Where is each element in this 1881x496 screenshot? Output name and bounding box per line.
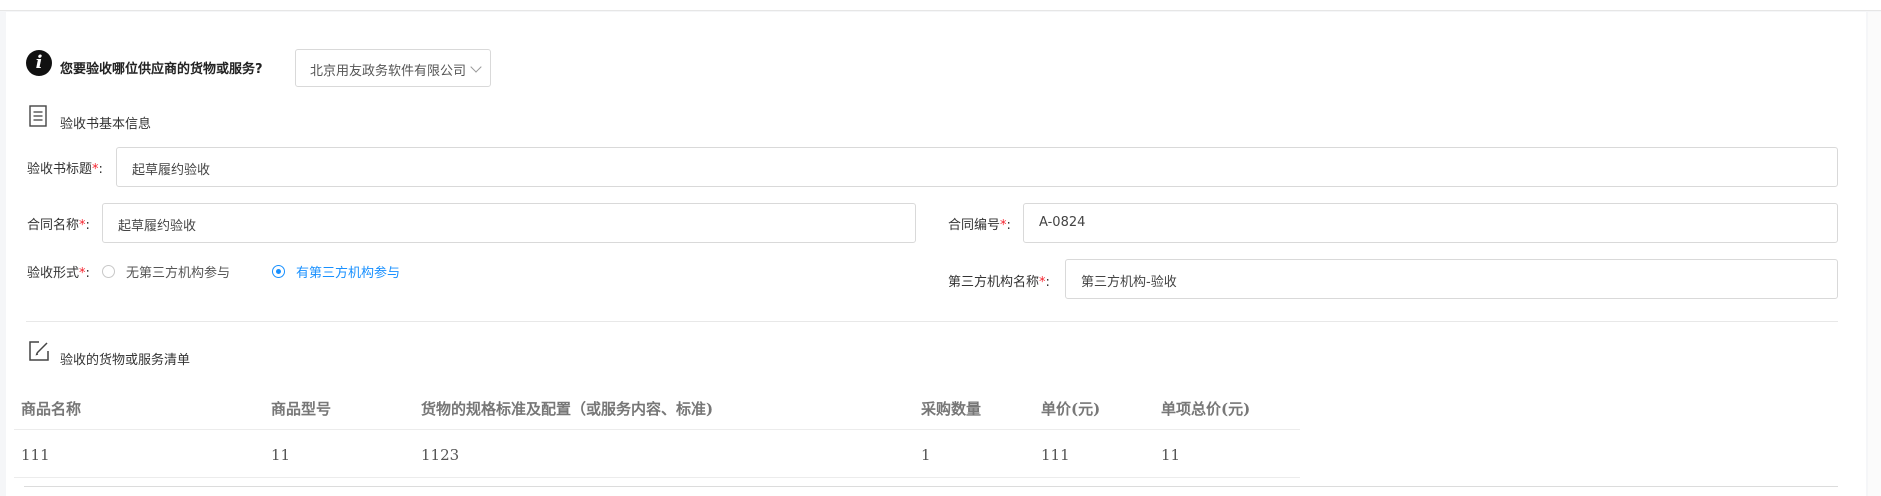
column-header-quantity: 采购数量 xyxy=(921,400,982,418)
cell-total-price: 11 xyxy=(1161,446,1181,464)
header-row-divider xyxy=(14,429,1300,430)
contract-no-label: 合同编号*: xyxy=(948,214,1011,233)
radio-with-third-party-label[interactable]: 有第三方机构参与 xyxy=(296,262,400,281)
label-colon: : xyxy=(85,218,90,233)
section-divider xyxy=(26,321,1838,322)
label-colon: : xyxy=(98,162,103,177)
acceptance-form-label: 验收形式*: xyxy=(27,262,90,281)
table-row-divider xyxy=(14,477,1300,478)
label-colon: : xyxy=(1045,275,1050,290)
third-party-name-input[interactable]: 第三方机构-验收 xyxy=(1065,259,1838,299)
contract-no-value: A-0824 xyxy=(1039,215,1086,230)
scroll-gutter xyxy=(1868,12,1881,496)
cell-product-name: 111 xyxy=(21,446,50,464)
contract-no-input[interactable]: A-0824 xyxy=(1023,203,1838,243)
acceptance-title-input[interactable]: 起草履约验收 xyxy=(116,147,1838,187)
chevron-down-icon xyxy=(470,61,482,73)
supplier-select[interactable]: 北京用友政务软件有限公司 xyxy=(295,49,491,87)
radio-with-third-party[interactable] xyxy=(272,265,285,278)
cell-quantity: 1 xyxy=(921,446,931,464)
contract-no-label-text: 合同编号 xyxy=(948,218,1001,233)
label-colon: : xyxy=(1006,218,1011,233)
radio-no-third-party-label[interactable]: 无第三方机构参与 xyxy=(126,262,230,281)
column-header-product-name: 商品名称 xyxy=(21,400,82,418)
supplier-question: 您要验收哪位供应商的货物或服务? xyxy=(60,62,263,77)
third-party-name-value: 第三方机构-验收 xyxy=(1081,275,1177,290)
radio-no-third-party[interactable] xyxy=(102,265,115,278)
cell-model: 11 xyxy=(271,446,291,464)
acceptance-title-value: 起草履约验收 xyxy=(132,163,211,178)
info-icon: i xyxy=(26,50,52,76)
column-header-model: 商品型号 xyxy=(271,400,332,418)
acceptance-form-label-text: 验收形式 xyxy=(27,266,80,281)
contract-name-label: 合同名称*: xyxy=(27,214,90,233)
contract-name-value: 起草履约验收 xyxy=(118,219,197,234)
basic-info-title: 验收书基本信息 xyxy=(60,117,152,132)
edit-icon xyxy=(29,341,49,361)
document-list-icon xyxy=(29,105,47,127)
goods-list-title: 验收的货物或服务清单 xyxy=(60,353,191,368)
column-header-spec: 货物的规格标准及配置（或服务内容、标准) xyxy=(421,400,714,418)
main-panel xyxy=(6,12,1866,496)
acceptance-title-label-text: 验收书标题 xyxy=(27,162,93,177)
column-header-total-price: 单项总价(元) xyxy=(1161,400,1251,418)
third-party-name-label-text: 第三方机构名称 xyxy=(948,275,1040,290)
third-party-name-label: 第三方机构名称*: xyxy=(948,271,1050,290)
label-colon: : xyxy=(85,266,90,281)
bottom-divider xyxy=(24,486,1838,487)
cell-unit-price: 111 xyxy=(1041,446,1070,464)
column-header-unit-price: 单价(元) xyxy=(1041,400,1101,418)
supplier-select-value: 北京用友政务软件有限公司 xyxy=(310,64,467,79)
top-bar xyxy=(0,0,1881,11)
cell-spec: 1123 xyxy=(421,446,460,464)
acceptance-title-label: 验收书标题*: xyxy=(27,158,103,177)
contract-name-input[interactable]: 起草履约验收 xyxy=(102,203,916,243)
contract-name-label-text: 合同名称 xyxy=(27,218,80,233)
